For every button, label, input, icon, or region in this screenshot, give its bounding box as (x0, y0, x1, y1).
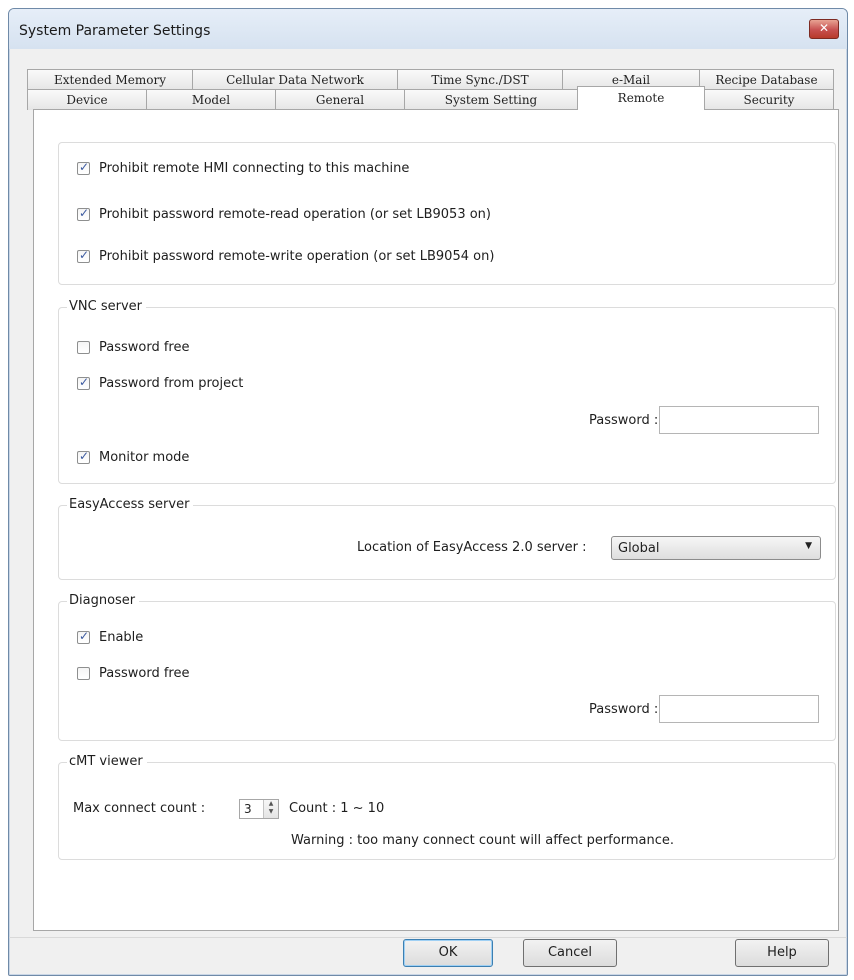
tab-extended-memory[interactable]: Extended Memory (27, 69, 193, 90)
checkbox-label: Prohibit password remote-write operation… (99, 249, 495, 264)
checkbox[interactable] (77, 667, 90, 680)
stepper-arrows-icon[interactable]: ▲ ▼ (263, 800, 278, 818)
checkbox[interactable] (77, 341, 90, 354)
checkbox-label: Password from project (99, 376, 244, 391)
diagnoser-enable-option[interactable]: Enable (77, 629, 144, 645)
stepper-value: 3 (244, 802, 252, 816)
help-button[interactable]: Help (735, 939, 829, 967)
tab-recipe-database[interactable]: Recipe Database (699, 69, 834, 90)
vnc-password-label: Password : (589, 413, 659, 428)
prohibit-remote-read-option[interactable]: Prohibit password remote-read operation … (77, 206, 491, 222)
vnc-server-group: VNC server Password free Password from p… (58, 299, 836, 484)
remote-prohibit-group: Prohibit remote HMI connecting to this m… (58, 142, 836, 285)
tab-row-2: Device Model General System Setting Remo… (27, 86, 834, 110)
ok-button[interactable]: OK (403, 939, 493, 967)
group-title: EasyAccess server (67, 497, 194, 513)
vnc-password-field[interactable] (659, 406, 819, 434)
button-bar-divider (9, 937, 847, 938)
easyaccess-location-select[interactable]: Global ▼ (611, 536, 821, 560)
diagnoser-password-label: Password : (589, 702, 659, 717)
diagnoser-password-field[interactable] (659, 695, 819, 723)
select-value: Global (618, 541, 660, 556)
checkbox[interactable] (77, 206, 90, 221)
cancel-button[interactable]: Cancel (523, 939, 617, 967)
chevron-down-icon: ▼ (805, 541, 812, 551)
tab-system-setting[interactable]: System Setting (404, 89, 578, 110)
checkbox-label: Enable (99, 630, 144, 645)
tab-security[interactable]: Security (704, 89, 834, 110)
easyaccess-server-group: EasyAccess server Location of EasyAccess… (58, 497, 836, 580)
group-title: Diagnoser (67, 593, 140, 609)
system-parameter-settings-dialog: System Parameter Settings ✕ Extended Mem… (8, 8, 848, 976)
cmt-viewer-group: cMT viewer Max connect count : 3 ▲ ▼ Coun… (58, 754, 836, 860)
checkbox-label: Password free (99, 340, 190, 355)
remote-tab-panel: Prohibit remote HMI connecting to this m… (33, 109, 839, 931)
tab-remote[interactable]: Remote (577, 86, 705, 110)
group-title: cMT viewer (67, 754, 147, 770)
tab-row-1: Extended Memory Cellular Data Network Ti… (27, 69, 834, 90)
max-connect-count-label: Max connect count : (73, 801, 206, 816)
tab-device[interactable]: Device (27, 89, 147, 110)
max-connect-count-stepper[interactable]: 3 ▲ ▼ (239, 799, 279, 819)
vnc-monitor-mode-option[interactable]: Monitor mode (77, 449, 190, 465)
group-title: VNC server (67, 299, 146, 315)
performance-warning: Warning : too many connect count will af… (291, 833, 674, 848)
checkbox[interactable] (77, 160, 90, 175)
dialog-title: System Parameter Settings (19, 23, 211, 39)
prohibit-remote-hmi-option[interactable]: Prohibit remote HMI connecting to this m… (77, 160, 410, 176)
diagnoser-password-free-option[interactable]: Password free (77, 666, 190, 681)
tab-general[interactable]: General (275, 89, 405, 110)
vnc-password-from-project-option[interactable]: Password from project (77, 375, 244, 391)
tab-cellular-data-network[interactable]: Cellular Data Network (192, 69, 398, 90)
diagnoser-group: Diagnoser Enable Password free Password … (58, 593, 836, 741)
tab-model[interactable]: Model (146, 89, 276, 110)
tab-time-sync-dst[interactable]: Time Sync./DST (397, 69, 563, 90)
checkbox-label: Prohibit remote HMI connecting to this m… (99, 161, 410, 176)
checkbox[interactable] (77, 248, 90, 263)
close-button[interactable]: ✕ (809, 19, 839, 39)
vnc-password-free-option[interactable]: Password free (77, 340, 190, 355)
checkbox[interactable] (77, 629, 90, 644)
checkbox[interactable] (77, 375, 90, 390)
title-bar: System Parameter Settings ✕ (9, 9, 847, 49)
count-range-label: Count : 1 ~ 10 (289, 801, 385, 816)
checkbox-label: Prohibit password remote-read operation … (99, 207, 491, 222)
prohibit-remote-write-option[interactable]: Prohibit password remote-write operation… (77, 248, 495, 264)
checkbox[interactable] (77, 449, 90, 464)
easyaccess-location-label: Location of EasyAccess 2.0 server : (357, 540, 587, 555)
checkbox-label: Monitor mode (99, 450, 190, 465)
checkbox-label: Password free (99, 666, 190, 681)
